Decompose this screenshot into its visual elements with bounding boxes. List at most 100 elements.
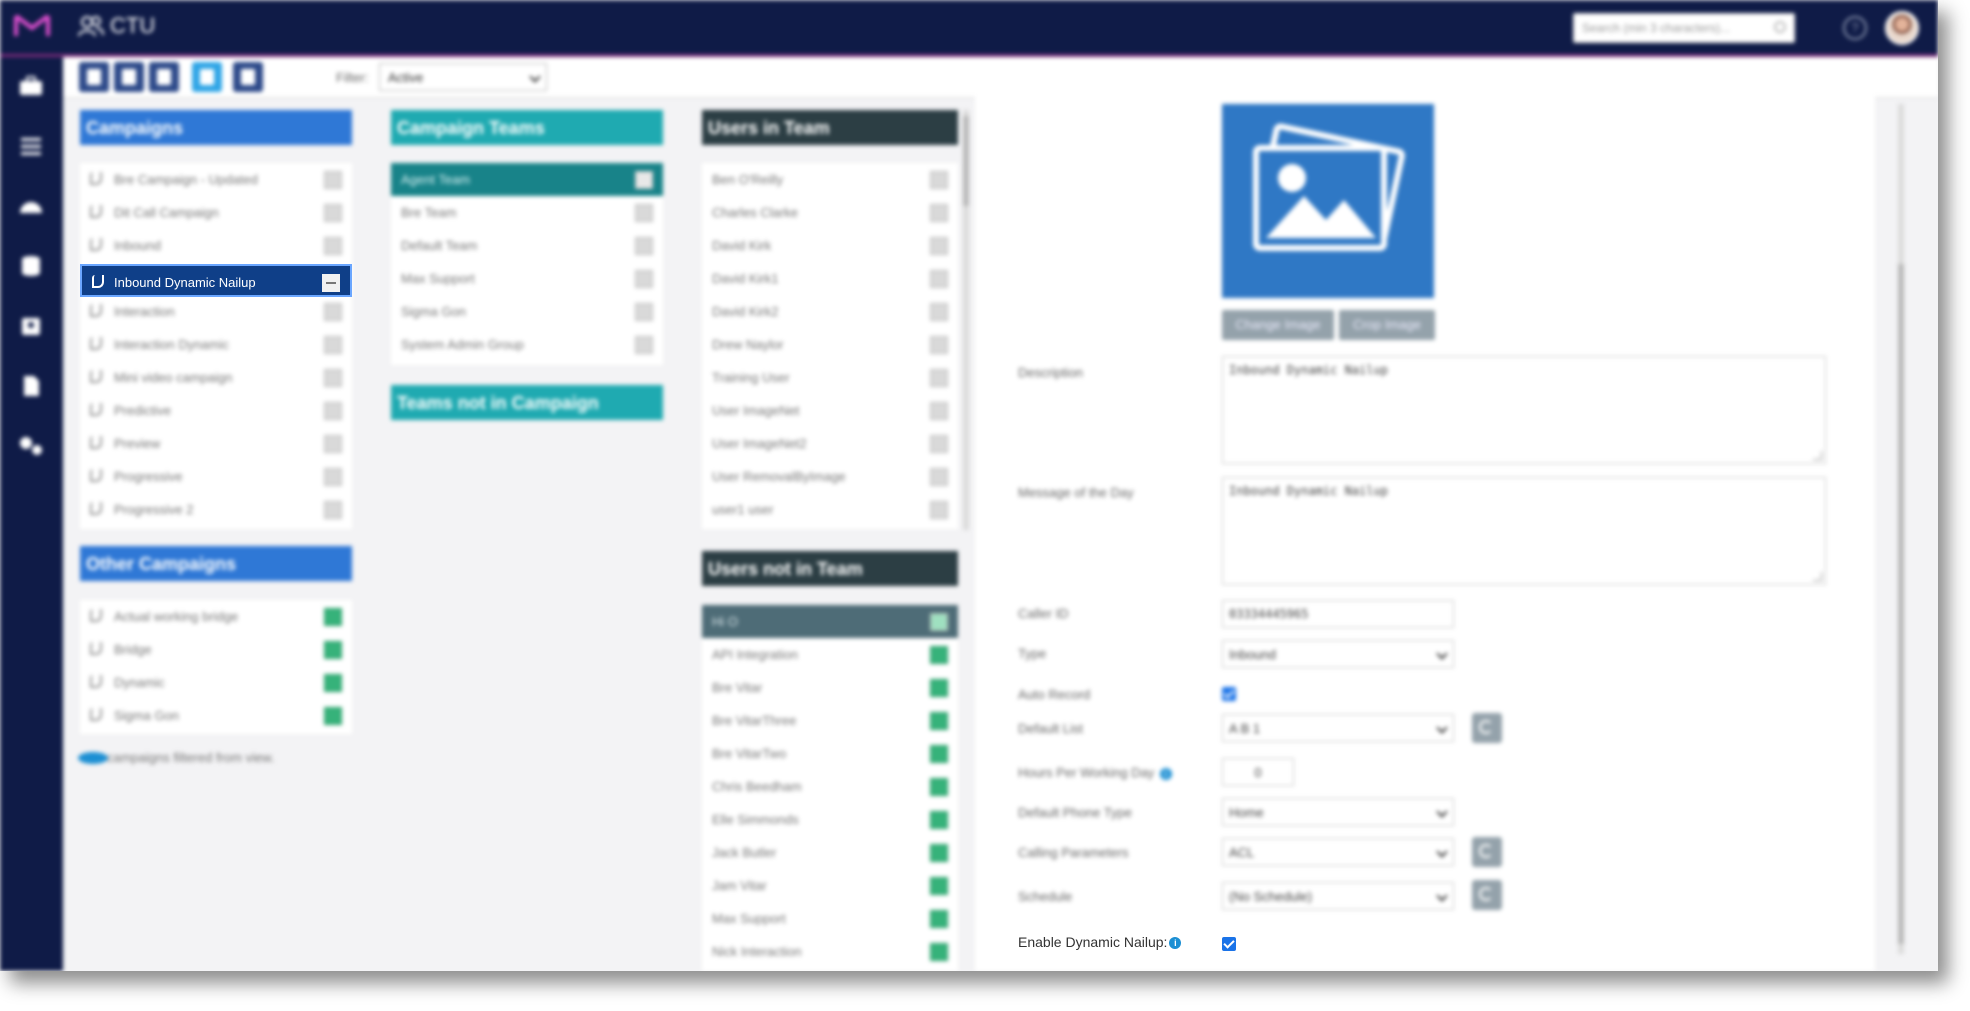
avatar[interactable] (1885, 11, 1919, 45)
settings-icon[interactable] (18, 435, 44, 457)
campaign-row[interactable]: Bre Campaign - Updated (80, 163, 352, 196)
row-checkbox[interactable] (324, 204, 342, 222)
campaign-row[interactable]: Inbound (80, 229, 352, 262)
user-row[interactable]: Elle Simmonds (702, 803, 958, 836)
filter-select[interactable]: Active (379, 63, 547, 91)
row-checkbox[interactable] (322, 274, 340, 292)
sliders-icon[interactable] (18, 135, 44, 157)
campaign-row[interactable]: Sigma Gon (80, 699, 352, 732)
campaign-row[interactable]: Predictive (80, 394, 352, 427)
campaign-row[interactable]: Mini video campaign (80, 361, 352, 394)
change-image-button[interactable]: Change Image (1222, 310, 1334, 340)
info-icon[interactable]: i (1169, 937, 1182, 950)
row-checkbox[interactable] (324, 303, 342, 321)
contacts-icon[interactable] (18, 315, 44, 337)
row-checkbox[interactable] (930, 435, 948, 453)
motd-field[interactable]: Inbound Dynamic Nailup (1222, 477, 1826, 585)
refresh-button[interactable] (192, 62, 222, 92)
user-row[interactable]: Training User (702, 361, 958, 394)
user-row[interactable]: User ImageNet (702, 394, 958, 427)
user-row[interactable]: Ben O'Reilly (702, 163, 958, 196)
default-list-select[interactable]: A B 1 (1222, 714, 1454, 742)
user-row[interactable]: User ImageNet2 (702, 427, 958, 460)
row-checkbox[interactable] (635, 204, 653, 222)
row-checkbox[interactable] (930, 943, 948, 961)
row-checkbox[interactable] (324, 237, 342, 255)
database-icon[interactable] (18, 255, 44, 277)
campaign-row[interactable]: Preview (80, 427, 352, 460)
campaign-row[interactable]: Dynamic (80, 666, 352, 699)
row-checkbox[interactable] (930, 679, 948, 697)
calling-params-select[interactable]: ACL (1222, 838, 1454, 866)
row-checkbox[interactable] (930, 712, 948, 730)
row-checkbox[interactable] (930, 468, 948, 486)
row-checkbox[interactable] (324, 468, 342, 486)
row-checkbox[interactable] (324, 369, 342, 387)
row-checkbox[interactable] (324, 501, 342, 519)
user-row[interactable]: Bre VitarTwo (702, 737, 958, 770)
search-input[interactable]: Search (min 3 characters)... (1573, 13, 1795, 43)
dashboard-icon[interactable] (18, 195, 44, 217)
row-checkbox[interactable] (930, 613, 948, 631)
default-list-refresh-button[interactable] (1472, 713, 1502, 743)
resize-handle-icon[interactable] (1813, 572, 1822, 581)
row-checkbox[interactable] (930, 501, 948, 519)
team-row[interactable]: System Admin Group (391, 328, 663, 361)
user-row[interactable]: David Kirk (702, 229, 958, 262)
user-row[interactable]: Jack Butler (702, 836, 958, 869)
campaign-row[interactable]: Interaction Dynamic (80, 328, 352, 361)
team-row[interactable]: Bre Team (391, 196, 663, 229)
row-checkbox[interactable] (930, 237, 948, 255)
export-campaign-button[interactable] (149, 62, 179, 92)
briefcase-icon[interactable] (18, 75, 44, 97)
row-checkbox[interactable] (930, 369, 948, 387)
row-checkbox[interactable] (635, 171, 653, 189)
app-title[interactable]: CTU (78, 13, 155, 39)
user-row[interactable]: Max Support (702, 902, 958, 935)
document-icon[interactable] (18, 375, 44, 397)
row-checkbox[interactable] (635, 237, 653, 255)
row-checkbox[interactable] (930, 811, 948, 829)
row-checkbox[interactable] (324, 674, 342, 692)
campaign-row[interactable]: Progressive (80, 460, 352, 493)
crop-image-button[interactable]: Crop Image (1339, 310, 1435, 340)
user-row[interactable]: David Kirk1 (702, 262, 958, 295)
calling-params-refresh-button[interactable] (1472, 837, 1502, 867)
user-row[interactable]: user1 user (702, 493, 958, 526)
row-checkbox[interactable] (324, 608, 342, 626)
row-checkbox[interactable] (930, 171, 948, 189)
row-checkbox[interactable] (930, 745, 948, 763)
team-row[interactable]: Agent Team (391, 163, 663, 196)
team-row[interactable]: Max Support (391, 262, 663, 295)
row-checkbox[interactable] (930, 204, 948, 222)
users-scrollbar[interactable] (963, 110, 969, 530)
user-row[interactable]: Hi O (702, 605, 958, 638)
schedule-refresh-button[interactable] (1472, 880, 1502, 910)
row-checkbox[interactable] (930, 778, 948, 796)
campaign-row[interactable]: Progressive 2 (80, 493, 352, 526)
row-checkbox[interactable] (930, 910, 948, 928)
campaign-row[interactable]: Bridge (80, 633, 352, 666)
row-checkbox[interactable] (930, 336, 948, 354)
team-row[interactable]: Default Team (391, 229, 663, 262)
row-checkbox[interactable] (930, 303, 948, 321)
user-row[interactable]: Nick Interaction (702, 935, 958, 968)
details-scrollbar-thumb[interactable] (1898, 264, 1904, 944)
row-checkbox[interactable] (930, 402, 948, 420)
user-row[interactable]: Charles Clarke (702, 196, 958, 229)
hours-field[interactable]: 0 (1222, 758, 1294, 786)
user-row[interactable]: API Integration (702, 638, 958, 671)
campaign-row[interactable]: Dit Call Campaign (80, 196, 352, 229)
row-checkbox[interactable] (930, 844, 948, 862)
user-row[interactable]: Bre VitarThree (702, 704, 958, 737)
settings-button[interactable] (233, 62, 263, 92)
user-row[interactable]: Jam Vitar (702, 869, 958, 902)
campaign-row-selected[interactable]: Inbound Dynamic Nailup (80, 264, 352, 297)
user-row[interactable]: User RemovalByImage (702, 460, 958, 493)
user-row[interactable]: Bre Vitar (702, 671, 958, 704)
copy-campaign-button[interactable] (114, 62, 144, 92)
user-row[interactable]: David Kirk2 (702, 295, 958, 328)
row-checkbox[interactable] (324, 641, 342, 659)
details-scrollbar[interactable] (1898, 104, 1904, 954)
campaign-row[interactable]: Actual working bridge (80, 600, 352, 633)
